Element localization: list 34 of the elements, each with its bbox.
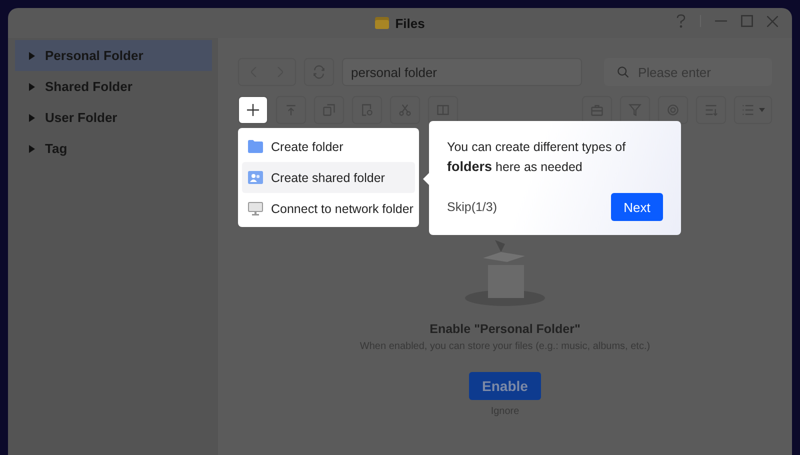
menu-item[interactable]: Connect to network folder: [242, 193, 415, 224]
caret-icon: [29, 52, 35, 60]
folder-icon: [248, 140, 263, 153]
sidebar-item[interactable]: Shared Folder: [15, 71, 212, 102]
caret-icon: [29, 82, 35, 90]
folder-icon: [375, 17, 390, 29]
caret-icon: [29, 114, 35, 122]
view-button[interactable]: [734, 96, 772, 124]
menu-item[interactable]: Create shared folder: [242, 162, 415, 193]
cut-icon: [398, 103, 412, 117]
menu-item[interactable]: Create folder: [242, 131, 415, 162]
plus-icon: [247, 104, 259, 116]
toolbar-button[interactable]: [658, 96, 688, 124]
empty-title: Enable "Personal Folder": [430, 322, 580, 336]
next-button[interactable]: Next: [611, 193, 663, 221]
briefcase-icon: [590, 103, 604, 117]
toolbar-button[interactable]: [428, 96, 458, 124]
skip-link[interactable]: Skip(1/3): [447, 200, 498, 214]
sidebar-item[interactable]: Personal Folder: [15, 40, 212, 71]
sidebar-item[interactable]: Tag: [15, 133, 212, 164]
window-title: Files: [395, 16, 425, 30]
search-icon: [616, 65, 630, 79]
sidebar-item[interactable]: User Folder: [15, 102, 212, 133]
shared-folder-icon: [248, 171, 263, 184]
add-button[interactable]: [238, 96, 268, 124]
caret-icon: [759, 108, 765, 112]
maximize-icon[interactable]: [741, 15, 753, 27]
path-field[interactable]: personal folder: [342, 58, 582, 86]
guide-text: You can create different types of folders here as needed: [447, 139, 627, 176]
help-icon[interactable]: [676, 14, 686, 28]
enable-button[interactable]: Enable: [469, 372, 541, 400]
caret-icon: [29, 144, 35, 152]
monitor-icon: [248, 202, 263, 216]
close-icon[interactable]: [767, 16, 778, 26]
